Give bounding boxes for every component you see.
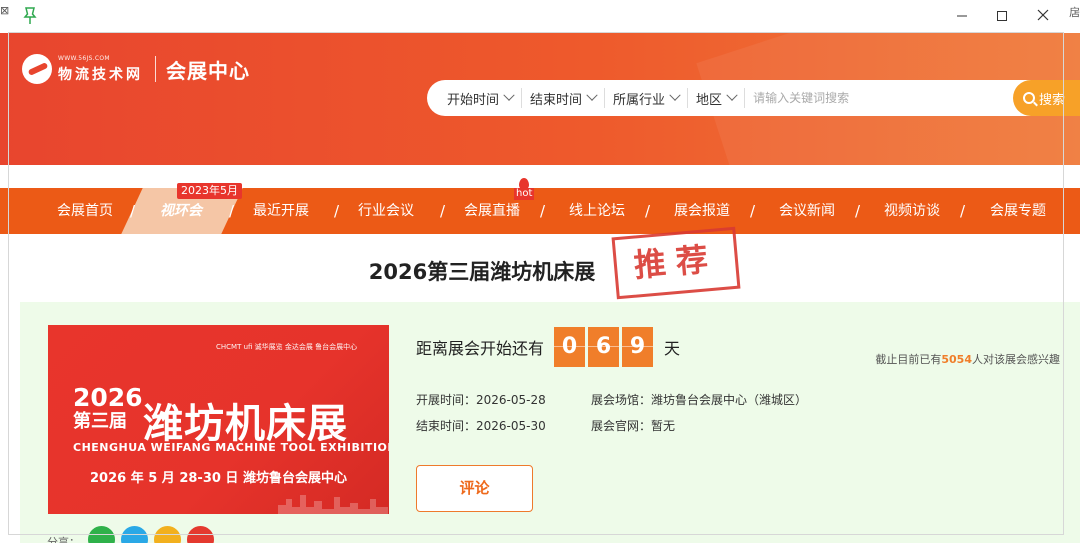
- nav-item-industry-meeting[interactable]: 行业会议: [358, 188, 414, 234]
- filter-label: 结束时间: [530, 92, 583, 108]
- logo-url: WWW.56JS.COM: [58, 54, 110, 62]
- nav-item-home[interactable]: 会展首页: [57, 188, 113, 234]
- qzone-icon[interactable]: [154, 526, 181, 543]
- nav-divider: /: [440, 202, 446, 220]
- date-badge: 2023年5月: [177, 183, 242, 199]
- search-button-label: 搜索: [1039, 92, 1066, 108]
- pin-icon[interactable]: [22, 7, 38, 25]
- chevron-down-icon: [669, 89, 681, 101]
- window-titlebar: ⊠ 扂: [0, 0, 1080, 33]
- left-edge-glyph: ⊠: [0, 4, 10, 17]
- nav-divider: /: [750, 202, 756, 220]
- search-button[interactable]: 搜索: [1013, 80, 1080, 116]
- search-icon: [1023, 92, 1035, 104]
- site-logo[interactable]: WWW.56JS.COM 物流技术网 会展中心: [22, 51, 250, 87]
- weibo-icon[interactable]: [187, 526, 214, 543]
- nav-divider: /: [960, 202, 966, 220]
- interest-suffix: 人对该展会感兴趣: [972, 353, 1060, 366]
- filter-label: 地区: [696, 92, 723, 108]
- chevron-down-icon: [726, 89, 738, 101]
- website: 展会官网：暂无: [591, 419, 676, 433]
- main-nav: 会展首页 / 视环会 / 最近开展 / 行业会议 / 会展直播 / 线上论坛 /…: [0, 188, 1080, 234]
- countdown-unit: 天: [664, 339, 681, 358]
- countdown: 距离展会开始还有 0 6 9 天: [416, 326, 680, 368]
- filter-label: 开始时间: [447, 92, 500, 108]
- share-label: 分享：: [47, 536, 80, 543]
- right-edge-glyph: 扂: [1069, 6, 1080, 19]
- nav-divider: /: [645, 202, 651, 220]
- countdown-label: 距离展会开始还有: [416, 339, 545, 358]
- poster-english-name: CHENGHUA WEIFANG MACHINE TOOL EXHIBITION: [73, 441, 389, 454]
- venue: 展会场馆：潍坊鲁台会展中心（潍城区）: [591, 393, 808, 407]
- nav-item-news[interactable]: 会议新闻: [779, 188, 835, 234]
- interest-prefix: 截止目前已有: [875, 353, 942, 366]
- filter-start-time[interactable]: 开始时间: [447, 88, 523, 108]
- nav-divider: /: [130, 202, 136, 220]
- interest-count: 截止目前已有5054人对该展会感兴趣: [875, 351, 1060, 367]
- chevron-down-icon: [503, 89, 515, 101]
- close-icon[interactable]: [1031, 6, 1055, 26]
- recommend-stamp: 推荐: [611, 226, 741, 300]
- section-title: 会展中心: [166, 58, 250, 83]
- nav-item-video[interactable]: 视频访谈: [884, 188, 940, 234]
- nav-item-recent[interactable]: 最近开展: [253, 188, 309, 234]
- minimize-icon[interactable]: [950, 6, 974, 26]
- nav-divider: /: [334, 202, 340, 220]
- filter-end-time[interactable]: 结束时间: [530, 88, 606, 108]
- hot-badge-text: hot: [514, 188, 535, 200]
- nav-item-topics[interactable]: 会展专题: [990, 188, 1046, 234]
- event-title: 2026第三届潍坊机床展: [368, 260, 596, 284]
- poster-edition: 第三届: [73, 411, 127, 432]
- page: ⊠ 扂 WWW.56JS.COM 物流技术网 会展中心 开始时间 结束时间 所属…: [0, 0, 1080, 543]
- nav-divider: /: [540, 202, 546, 220]
- poster-date: 2026 年 5 月 28-30 日 潍坊鲁台会展中心: [90, 471, 347, 486]
- event-poster[interactable]: CHCMT ufi 诚华展览 金达会展 鲁台会展中心 2026 第三届 潍坊机床…: [48, 325, 389, 514]
- chevron-down-icon: [586, 89, 598, 101]
- start-time: 开展时间：2026-05-28: [416, 393, 546, 407]
- nav-divider: /: [229, 202, 235, 220]
- poster-sponsor-logos: CHCMT ufi 诚华展览 金达会展 鲁台会展中心: [216, 343, 358, 351]
- logo-text: WWW.56JS.COM 物流技术网: [58, 55, 143, 84]
- search-bar: 开始时间 结束时间 所属行业 地区: [427, 80, 1080, 116]
- skyline-illustration: [278, 495, 388, 514]
- nav-divider: /: [855, 202, 861, 220]
- filter-industry[interactable]: 所属行业: [613, 88, 689, 108]
- search-input[interactable]: [753, 86, 994, 110]
- countdown-digit: 6: [588, 327, 620, 367]
- nav-item-live[interactable]: 会展直播: [464, 188, 520, 234]
- maximize-icon[interactable]: [990, 6, 1014, 26]
- share-bar: 分享：: [47, 526, 220, 543]
- interest-number: 5054: [941, 353, 972, 366]
- logo-name: 物流技术网: [58, 66, 143, 83]
- logo-mark-icon: [22, 54, 52, 84]
- poster-year: 2026: [73, 383, 143, 412]
- logo-divider: [155, 56, 156, 82]
- countdown-digit: 9: [622, 327, 654, 367]
- filter-region[interactable]: 地区: [696, 88, 746, 108]
- filter-label: 所属行业: [613, 92, 666, 108]
- comment-button[interactable]: 评论: [416, 465, 533, 512]
- nav-item-forum[interactable]: 线上论坛: [569, 188, 625, 234]
- qq-icon[interactable]: [121, 526, 148, 543]
- countdown-digit: 0: [554, 327, 586, 367]
- end-time: 结束时间：2026-05-30: [416, 419, 546, 433]
- hot-badge: hot: [514, 178, 535, 200]
- wechat-icon[interactable]: [88, 526, 115, 543]
